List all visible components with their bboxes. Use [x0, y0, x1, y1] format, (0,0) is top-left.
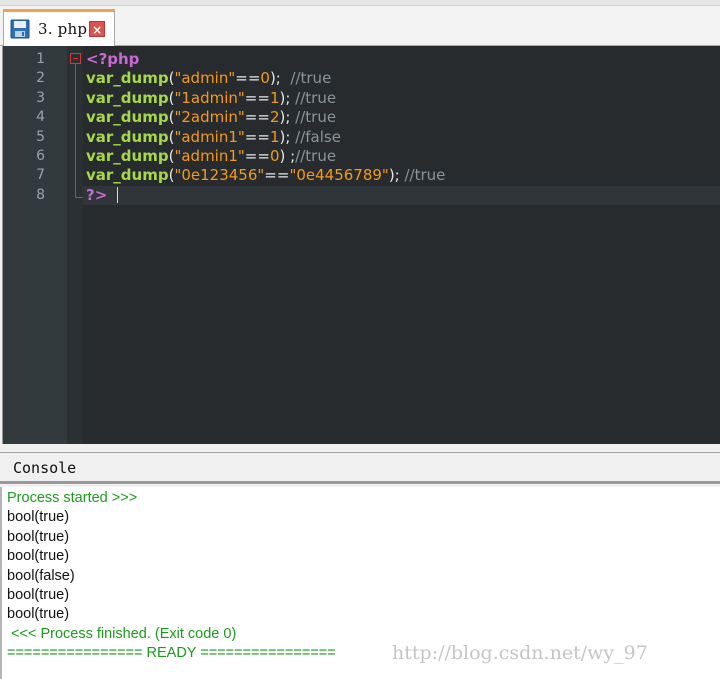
line-number: 2	[36, 70, 45, 87]
watermark: http://blog.csdn.net/wy_97	[392, 642, 648, 664]
code-token: //true	[295, 147, 337, 165]
console-title: Console	[13, 459, 77, 477]
code-token: ==	[244, 147, 270, 165]
text-caret	[117, 187, 119, 204]
code-token: //true	[290, 69, 332, 88]
code-token: var_dump	[86, 147, 169, 165]
code-line: var_dump("0e123456"=="0e4456789"); //tru…	[86, 166, 445, 185]
line-number: 8	[36, 186, 45, 203]
tab-3-php[interactable]: 3. php ×	[3, 9, 115, 46]
code-token: var_dump	[86, 127, 169, 146]
console-line: bool(true)	[7, 548, 70, 565]
code-token: //true	[295, 108, 337, 127]
code-token: );	[279, 108, 296, 127]
code-token: );	[279, 88, 296, 107]
console-panel-header[interactable]: Console	[0, 452, 720, 484]
close-icon[interactable]: ×	[89, 21, 106, 37]
code-token: ==	[264, 166, 290, 185]
line-number: 1	[36, 51, 45, 67]
code-line: var_dump("admin1"==1); //false	[86, 128, 341, 147]
code-token: ) ;	[279, 147, 296, 165]
top-strip	[0, 0, 720, 6]
console-line: Process started >>>	[7, 490, 138, 506]
code-token: ==	[235, 69, 261, 88]
line-number: 6	[36, 148, 45, 164]
fold-guide-end	[75, 197, 83, 198]
tab-label: 3. php	[38, 20, 88, 38]
console-line: bool(true)	[7, 509, 70, 526]
code-token: "1admin"	[174, 88, 245, 107]
code-area[interactable]: <?php var_dump("admin"==0); //true var_dum…	[83, 46, 720, 444]
code-token: "0e123456"	[174, 166, 265, 185]
code-token: "admin"	[174, 69, 236, 88]
code-token: ==	[244, 108, 270, 127]
code-token: var_dump	[86, 69, 169, 88]
code-token: ?>	[86, 185, 108, 204]
console-output[interactable]: ================ READY ================ …	[0, 487, 720, 679]
code-token: "0e4456789"	[289, 166, 389, 185]
code-token: var_dump	[86, 108, 169, 127]
fold-toggle-icon[interactable]	[70, 53, 81, 64]
console-line: bool(false)	[7, 567, 75, 584]
line-number-gutter: 1 2 3 4 5 6 7 8	[3, 46, 67, 444]
file-icon	[10, 19, 30, 39]
console-line: ================ READY ================	[7, 645, 336, 662]
code-token: //false	[295, 127, 341, 146]
code-token: "admin1"	[174, 147, 245, 165]
line-number: 7	[36, 167, 45, 184]
code-line: var_dump("2admin"==2); //true	[86, 108, 336, 127]
code-token: var_dump	[86, 166, 169, 185]
line-number: 5	[36, 128, 45, 145]
code-token: <?php	[86, 50, 140, 68]
code-token: );	[388, 166, 405, 185]
code-token: ==	[244, 88, 270, 107]
code-token: "admin1"	[174, 127, 245, 146]
code-line: var_dump("1admin"==1); //true	[86, 89, 336, 108]
line-number: 3	[36, 89, 45, 106]
code-token: );	[269, 69, 291, 88]
tab-bar: 3. php ×	[0, 0, 720, 46]
code-editor[interactable]: 1 2 3 4 5 6 7 8 <?php var_dump("admin"==0); //tr…	[2, 46, 720, 444]
console-line: bool(true)	[7, 528, 70, 545]
code-line: <?php	[86, 50, 139, 69]
console-line: bool(true)	[7, 606, 70, 623]
code-token: "2admin"	[174, 108, 245, 127]
code-token: //true	[295, 88, 337, 107]
code-line: ?>	[86, 185, 119, 205]
code-token: //true	[404, 166, 446, 185]
fold-guide	[75, 64, 76, 198]
console-line: bool(true)	[7, 587, 70, 603]
line-number: 4	[36, 109, 45, 126]
code-token: var_dump	[86, 88, 169, 107]
code-token: );	[279, 127, 296, 146]
code-line: var_dump("admin"==0); //true	[86, 69, 331, 88]
console-line: <<< Process finished. (Exit code 0)	[7, 625, 237, 642]
code-token: 0	[260, 69, 270, 88]
code-line: var_dump("admin1"==0) ;//true	[86, 147, 336, 166]
code-token: ==	[244, 127, 270, 146]
